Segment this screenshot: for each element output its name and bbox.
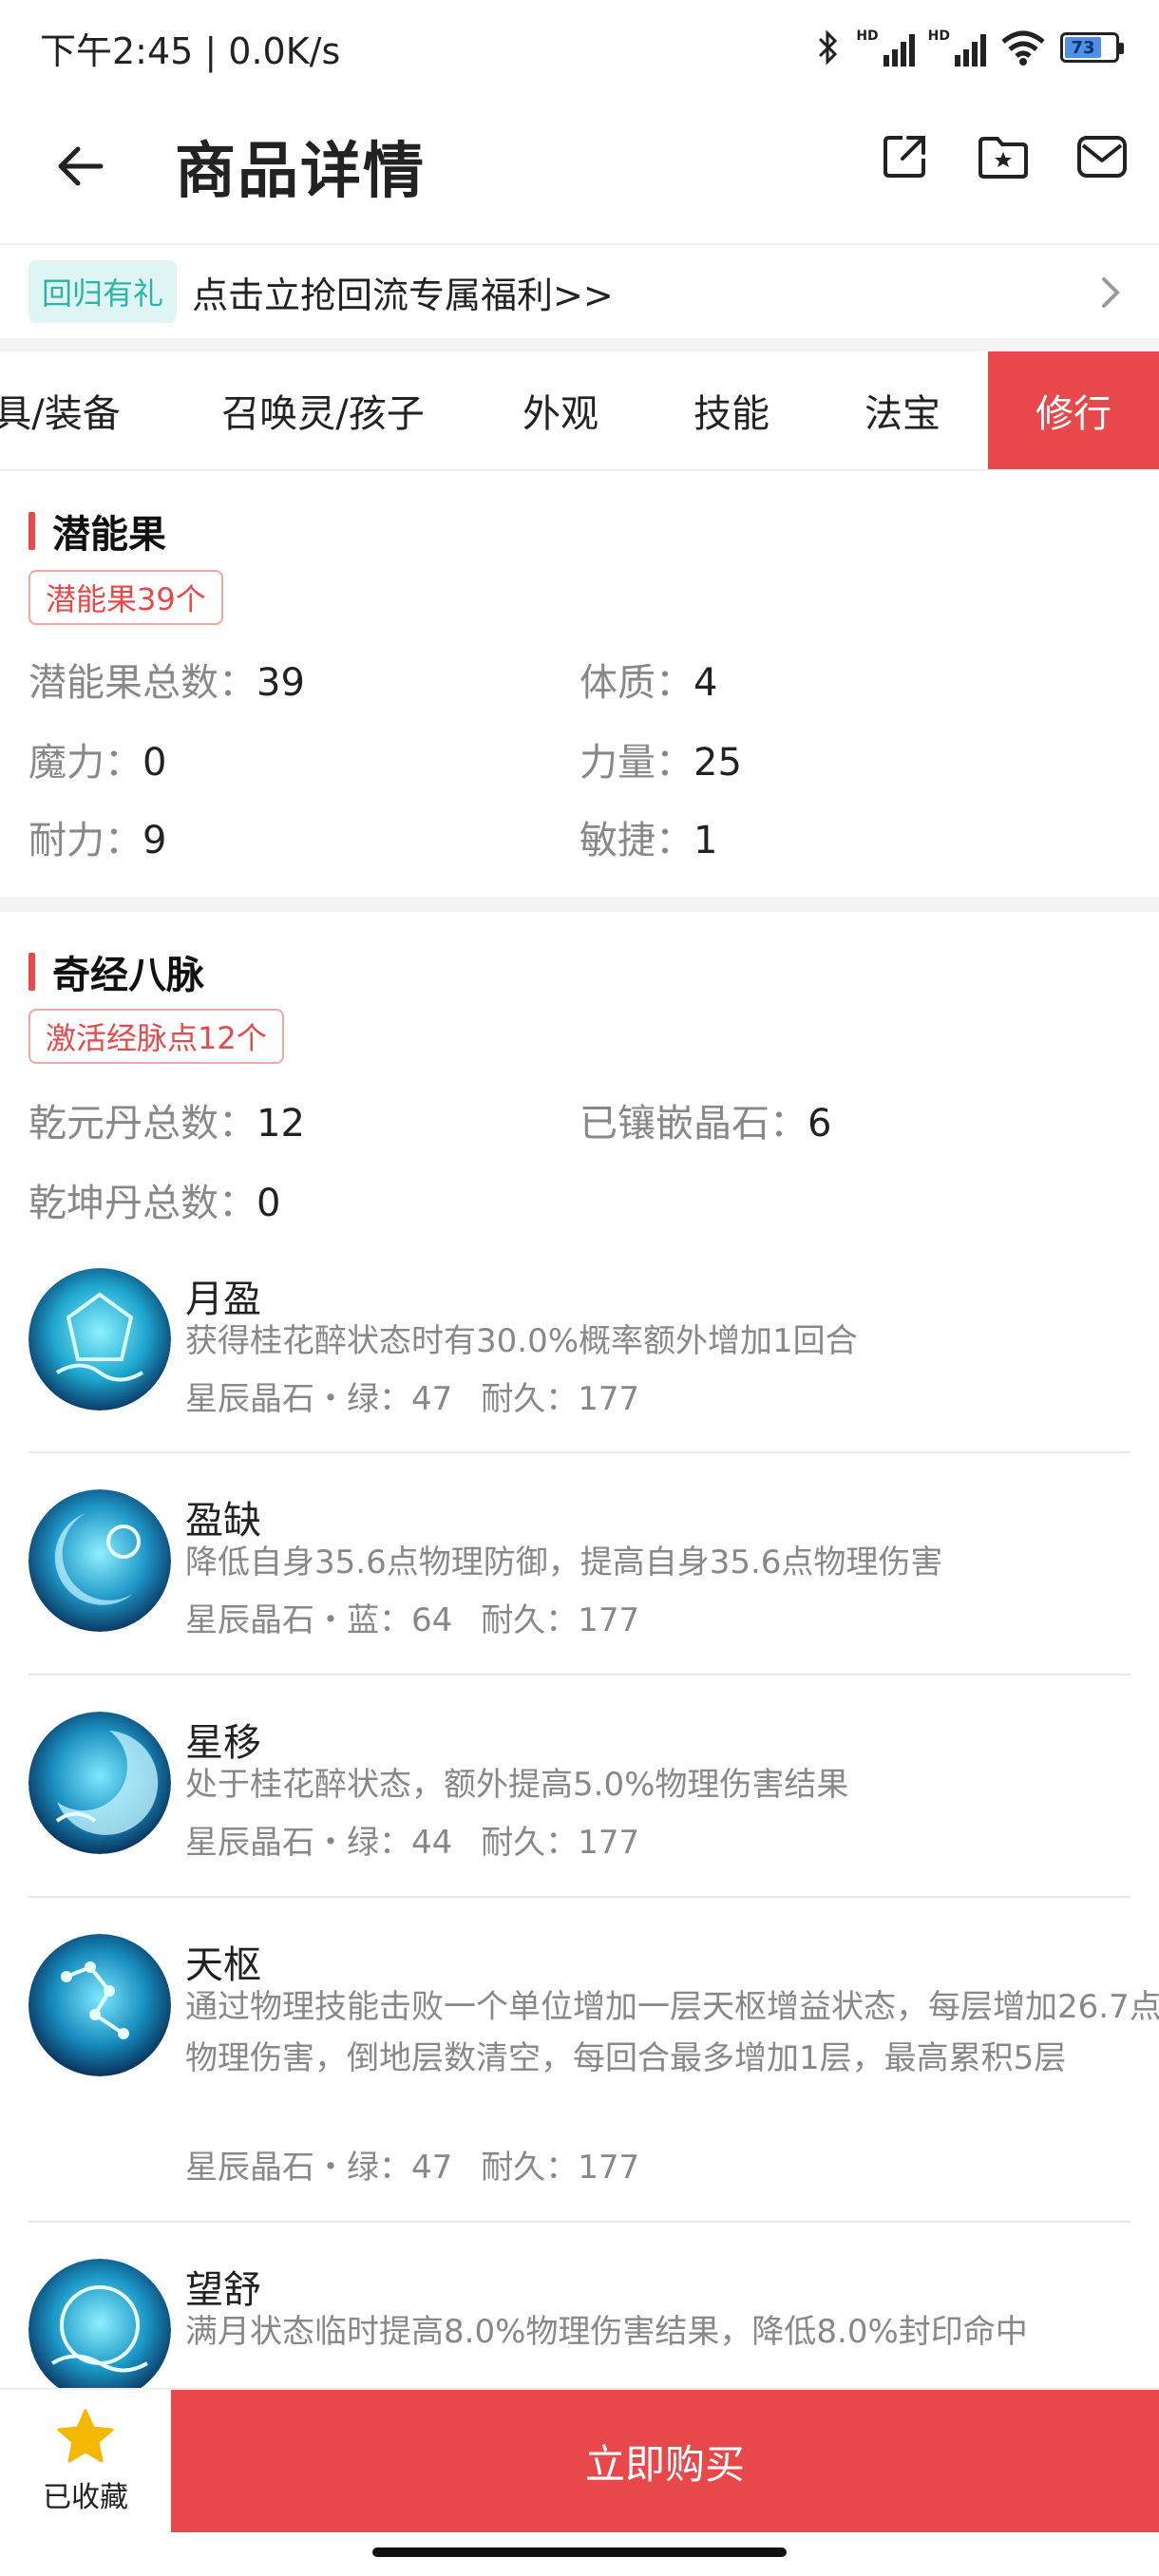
section-gap — [0, 897, 1159, 912]
share-icon — [884, 136, 925, 178]
gem-constellation-icon — [28, 1934, 171, 2076]
status-bar: 下午2:45 | 0.0K/s HD HD 73 — [0, 0, 1159, 95]
potential-agility: 敏捷：1 — [580, 819, 718, 862]
meridian-section-title: 奇经八脉 — [28, 944, 204, 999]
gem-meta: 星辰晶石・绿：44 耐久：177 — [185, 1824, 640, 1862]
status-icons: HD HD 73 — [814, 28, 1124, 66]
battery-icon: 73 — [1060, 32, 1124, 63]
list-item[interactable]: 望舒 满月状态临时提高8.0%物理伤害结果，降低8.0%封印命中 — [28, 2259, 1130, 2392]
section-accent-bar — [28, 953, 35, 991]
detail-tabs: 具/装备 召唤灵/孩子 外观 技能 法宝 修行 — [0, 351, 1159, 471]
gem-description: 满月状态临时提高8.0%物理伤害结果，降低8.0%封印命中 — [185, 2313, 1028, 2351]
mail-icon — [1077, 136, 1127, 178]
folder-star-icon — [978, 137, 1028, 179]
bottom-action-bar: 已收藏 立即购买 — [0, 2388, 1159, 2540]
gem-meta: 星辰晶石・蓝：64 耐久：177 — [185, 1601, 640, 1639]
gem-meta: 星辰晶石・绿：47 耐久：177 — [185, 2149, 640, 2187]
star-icon — [57, 2409, 114, 2463]
meridian-title-text: 奇经八脉 — [52, 954, 204, 997]
gem-full-moon-icon — [28, 2259, 171, 2392]
wifi-icon — [1001, 30, 1045, 66]
app-header: 商品详情 — [0, 104, 1159, 228]
chevron-right-icon — [1102, 277, 1120, 308]
potential-strength: 力量：25 — [580, 741, 742, 785]
signal-icon-1: HD — [856, 28, 915, 66]
list-item[interactable]: 月盈 获得桂花醉状态时有30.0%概率额外增加1回合 星辰晶石・绿：47 耐久：1… — [28, 1268, 1130, 1453]
status-time: 下午2:45 | 0.0K/s — [40, 29, 341, 72]
meridian-qianyuan-total: 乾元丹总数：12 — [28, 1102, 305, 1146]
gem-crescent-flower-icon — [28, 1489, 171, 1632]
home-indicator[interactable] — [372, 2548, 787, 2557]
share-button[interactable] — [876, 128, 933, 185]
divider — [28, 1896, 1130, 1898]
tab-treasure[interactable]: 法宝 — [836, 351, 969, 469]
list-item[interactable]: 星移 处于桂花醉状态，额外提高5.0%物理伤害结果 星辰晶石・绿：44 耐久：17… — [28, 1712, 1130, 1897]
potential-magic: 魔力：0 — [28, 741, 167, 785]
favorite-folder-button[interactable] — [975, 128, 1032, 185]
message-button[interactable] — [1074, 128, 1130, 185]
section-gap — [0, 338, 1159, 351]
potential-constitution: 体质：4 — [580, 661, 718, 705]
gem-meta: 星辰晶石・绿：47 耐久：177 — [185, 1380, 640, 1418]
list-item[interactable]: 天枢 通过物理技能击败一个单位增加一层天枢增益状态，每层增加26.7点物理伤害，… — [28, 1934, 1159, 2219]
tab-equipment[interactable]: 具/装备 — [0, 351, 133, 469]
buy-now-button[interactable]: 立即购买 — [171, 2390, 1159, 2532]
potential-title-text: 潜能果 — [52, 513, 166, 557]
divider — [28, 1451, 1130, 1453]
favorite-button[interactable]: 已收藏 — [0, 2390, 171, 2532]
gem-description: 获得桂花醉状态时有30.0%概率额外增加1回合 — [185, 1322, 858, 1360]
meridian-gems-inlaid: 已镶嵌晶石：6 — [580, 1102, 832, 1146]
hd-label-2: HD — [927, 28, 950, 44]
potential-section-title: 潜能果 — [28, 503, 166, 559]
potential-endurance: 耐力：9 — [28, 819, 167, 862]
tab-appearance[interactable]: 外观 — [494, 351, 627, 469]
promo-text: 点击立抢回流专属福利>> — [192, 274, 614, 316]
gem-crescent-cloud-icon — [28, 1712, 171, 1854]
potential-badge: 潜能果39个 — [28, 570, 223, 625]
arrow-left-icon — [58, 146, 104, 186]
header-actions — [876, 128, 1130, 185]
signal-icon-2: HD — [928, 28, 986, 66]
tab-summon[interactable]: 召唤灵/孩子 — [200, 351, 446, 469]
hd-label-1: HD — [856, 28, 879, 44]
tab-cultivation[interactable]: 修行 — [988, 351, 1159, 469]
back-button[interactable] — [42, 128, 118, 204]
gem-description: 通过物理技能击败一个单位增加一层天枢增益状态，每层增加26.7点物理伤害，倒地层… — [185, 1988, 1159, 2077]
section-accent-bar — [28, 512, 35, 550]
tab-skills[interactable]: 技能 — [665, 351, 798, 469]
gem-moon-icon — [28, 1268, 171, 1411]
promo-banner[interactable]: 回归有礼 点击立抢回流专属福利>> — [0, 243, 1159, 338]
meridian-qiankun-total: 乾坤丹总数：0 — [28, 1182, 281, 1225]
battery-level: 73 — [1065, 37, 1101, 58]
divider — [28, 1674, 1130, 1676]
meridian-badge: 激活经脉点12个 — [28, 1009, 284, 1064]
divider — [28, 2221, 1130, 2223]
potential-total: 潜能果总数：39 — [28, 661, 305, 705]
page-title: 商品详情 — [175, 137, 426, 207]
promo-tag: 回归有礼 — [28, 260, 178, 323]
gem-description: 处于桂花醉状态，额外提高5.0%物理伤害结果 — [185, 1766, 849, 1804]
gem-description: 降低自身35.6点物理防御，提高自身35.6点物理伤害 — [185, 1544, 943, 1582]
bluetooth-icon — [819, 29, 838, 66]
list-item[interactable]: 盈缺 降低自身35.6点物理防御，提高自身35.6点物理伤害 星辰晶石・蓝：64… — [28, 1489, 1130, 1675]
favorite-label: 已收藏 — [43, 2481, 128, 2514]
